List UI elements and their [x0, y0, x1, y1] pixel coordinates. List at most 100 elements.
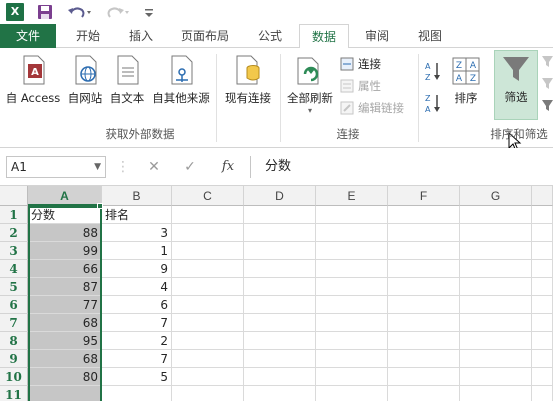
cell-f6[interactable] [388, 296, 460, 314]
column-header-c[interactable]: C [172, 186, 244, 206]
row-header-1[interactable]: 1 [0, 206, 28, 224]
cell-c1[interactable] [172, 206, 244, 224]
undo-icon[interactable] [66, 3, 92, 21]
cell-a9[interactable]: 68 [28, 350, 102, 368]
cell-f9[interactable] [388, 350, 460, 368]
cell-g11[interactable] [460, 386, 532, 401]
cell-b11[interactable] [102, 386, 172, 401]
cell-g9[interactable] [460, 350, 532, 368]
advanced-filter-icons[interactable] [541, 54, 553, 114]
cell-d6[interactable] [244, 296, 316, 314]
sort-button[interactable]: Z A A Z 排序 [446, 52, 486, 116]
cell-g2[interactable] [460, 224, 532, 242]
cell-e1[interactable] [316, 206, 388, 224]
cell-h3[interactable] [532, 242, 553, 260]
cell-c9[interactable] [172, 350, 244, 368]
row-header-4[interactable]: 4 [0, 260, 28, 278]
tab-view[interactable]: 视图 [408, 24, 452, 48]
cell-f2[interactable] [388, 224, 460, 242]
column-header-e[interactable]: E [316, 186, 388, 206]
cell-d1[interactable] [244, 206, 316, 224]
tab-insert[interactable]: 插入 [118, 24, 164, 48]
column-header-f[interactable]: F [388, 186, 460, 206]
cell-h1[interactable] [532, 206, 553, 224]
cell-a3[interactable]: 99 [28, 242, 102, 260]
cell-e5[interactable] [316, 278, 388, 296]
cell-b6[interactable]: 6 [102, 296, 172, 314]
cell-h2[interactable] [532, 224, 553, 242]
cell-e4[interactable] [316, 260, 388, 278]
sort-descending-icon[interactable]: Z A [424, 92, 442, 114]
cell-g10[interactable] [460, 368, 532, 386]
cell-f10[interactable] [388, 368, 460, 386]
cell-a2[interactable]: 88 [28, 224, 102, 242]
cell-e7[interactable] [316, 314, 388, 332]
cell-b3[interactable]: 1 [102, 242, 172, 260]
cell-f5[interactable] [388, 278, 460, 296]
cell-e9[interactable] [316, 350, 388, 368]
cell-d10[interactable] [244, 368, 316, 386]
redo-icon[interactable] [104, 3, 130, 21]
row-header-7[interactable]: 7 [0, 314, 28, 332]
cell-g5[interactable] [460, 278, 532, 296]
cell-g3[interactable] [460, 242, 532, 260]
cell-a8[interactable]: 95 [28, 332, 102, 350]
cell-e11[interactable] [316, 386, 388, 401]
cell-h10[interactable] [532, 368, 553, 386]
tab-data[interactable]: 数据 [299, 24, 349, 49]
cell-d5[interactable] [244, 278, 316, 296]
cell-f8[interactable] [388, 332, 460, 350]
cell-a11[interactable] [28, 386, 102, 401]
cell-e2[interactable] [316, 224, 388, 242]
refresh-all-button[interactable]: 全部刷新 ▾ [284, 52, 336, 116]
row-header-11[interactable]: 11 [0, 386, 28, 401]
column-header-g[interactable]: G [460, 186, 532, 206]
cell-a1[interactable]: 分数 [28, 206, 102, 224]
row-header-6[interactable]: 6 [0, 296, 28, 314]
column-header-a[interactable]: A [28, 186, 102, 206]
cell-c5[interactable] [172, 278, 244, 296]
cell-d3[interactable] [244, 242, 316, 260]
cell-b5[interactable]: 4 [102, 278, 172, 296]
from-access-button[interactable]: A 自 Access [2, 52, 64, 116]
cell-b2[interactable]: 3 [102, 224, 172, 242]
cell-d2[interactable] [244, 224, 316, 242]
cell-f1[interactable] [388, 206, 460, 224]
connections-button[interactable]: 连接 [340, 54, 381, 74]
formula-input[interactable]: 分数 [250, 156, 553, 178]
tab-formulas[interactable]: 公式 [248, 24, 292, 48]
column-header-partial[interactable] [532, 186, 553, 206]
edit-links-button[interactable]: 编辑链接 [340, 98, 404, 118]
cancel-icon[interactable]: ✕ [142, 156, 166, 178]
cell-d9[interactable] [244, 350, 316, 368]
cell-a6[interactable]: 77 [28, 296, 102, 314]
cell-h7[interactable] [532, 314, 553, 332]
cell-c6[interactable] [172, 296, 244, 314]
cell-h6[interactable] [532, 296, 553, 314]
cell-e8[interactable] [316, 332, 388, 350]
cell-f3[interactable] [388, 242, 460, 260]
from-text-button[interactable]: 自文本 [106, 52, 148, 116]
cell-f7[interactable] [388, 314, 460, 332]
from-web-button[interactable]: 自网站 [64, 52, 106, 116]
enter-icon[interactable]: ✓ [178, 156, 202, 178]
cell-d4[interactable] [244, 260, 316, 278]
save-icon[interactable] [37, 3, 53, 21]
cell-e3[interactable] [316, 242, 388, 260]
select-all-corner[interactable] [0, 186, 28, 206]
cell-c10[interactable] [172, 368, 244, 386]
tab-review[interactable]: 审阅 [356, 24, 398, 48]
sort-ascending-icon[interactable]: A Z [424, 60, 442, 82]
cell-h5[interactable] [532, 278, 553, 296]
cell-g1[interactable] [460, 206, 532, 224]
cell-c2[interactable] [172, 224, 244, 242]
cell-h11[interactable] [532, 386, 553, 401]
cell-c3[interactable] [172, 242, 244, 260]
cell-e10[interactable] [316, 368, 388, 386]
row-header-5[interactable]: 5 [0, 278, 28, 296]
cell-c8[interactable] [172, 332, 244, 350]
cell-b4[interactable]: 9 [102, 260, 172, 278]
name-box-dropdown-icon[interactable]: ▼ [94, 157, 101, 177]
tab-file[interactable]: 文件 [0, 24, 56, 48]
cell-g4[interactable] [460, 260, 532, 278]
